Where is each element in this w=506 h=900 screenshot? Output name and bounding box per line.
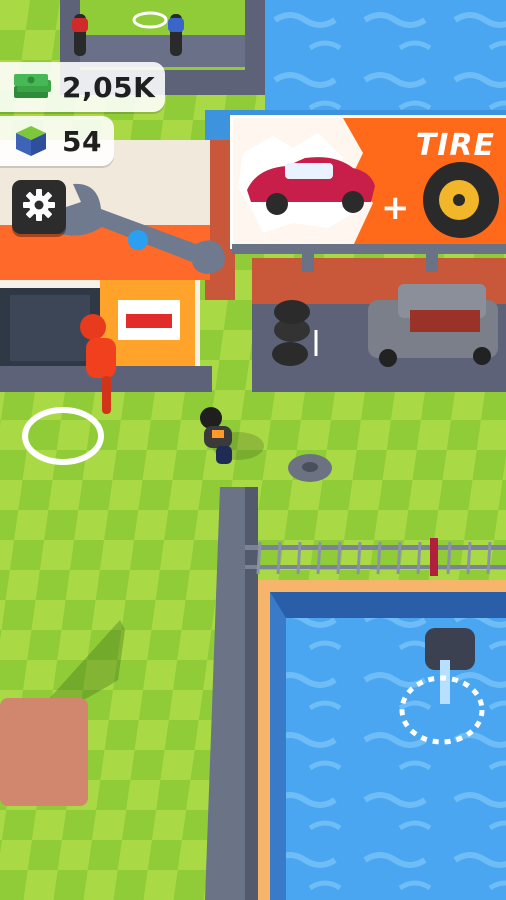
cube-value: 54	[62, 124, 102, 158]
billboard-rail	[232, 244, 506, 254]
cash-stack-icon	[12, 72, 52, 102]
tire-icon	[423, 162, 499, 238]
cash-counter: 2,05K	[0, 62, 165, 112]
parked-motorcycle	[168, 14, 184, 56]
saw-blade-item[interactable]	[288, 454, 332, 482]
billboard-plus: +	[381, 188, 410, 228]
tire-billboard: + TIRE	[230, 115, 506, 249]
gear-icon	[22, 188, 56, 227]
billboard-post	[302, 250, 314, 272]
top-water	[265, 0, 506, 120]
cube-counter: 54	[0, 116, 114, 166]
billboard-title: TIRE	[415, 128, 495, 163]
parked-motorcycle	[72, 14, 88, 56]
billboard-post	[426, 250, 438, 272]
water-pool	[258, 580, 506, 900]
settings-button[interactable]	[12, 180, 66, 234]
dirt-patch	[0, 698, 88, 806]
grass-cube-icon	[14, 124, 48, 158]
cash-value: 2,05K	[62, 70, 156, 104]
tire-stack	[272, 300, 310, 366]
